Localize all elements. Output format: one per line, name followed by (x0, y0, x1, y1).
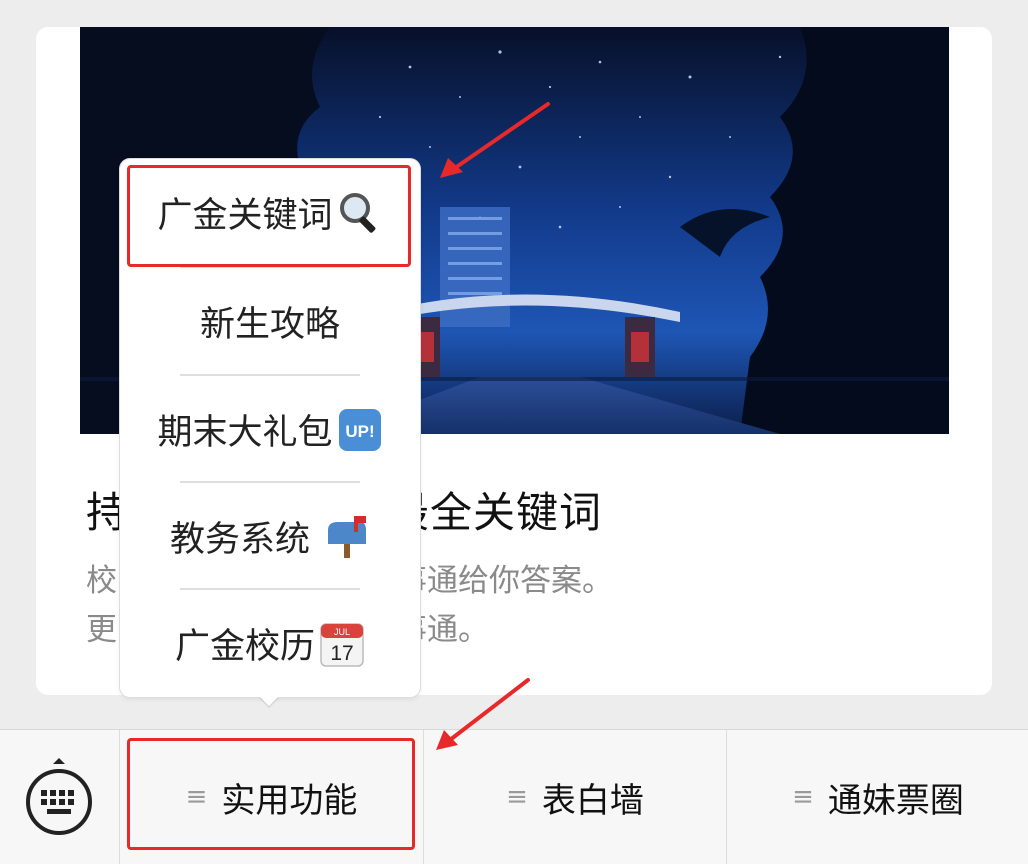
keyboard-icon (26, 758, 92, 835)
up-badge-icon: UP! (337, 407, 383, 453)
menu-lines-icon: ≡ (506, 782, 528, 812)
popup-arrow (258, 695, 280, 706)
menu-item-label: 期末大礼包 (157, 413, 333, 453)
menu-item-final-pack[interactable]: 期末大礼包 UP! (120, 376, 420, 483)
menu-item-label: 教务系统 (169, 520, 310, 560)
menu-item-label: 新生攻略 (199, 305, 340, 345)
tab-confession-wall[interactable]: ≡ 表白墙 (423, 730, 726, 864)
svg-text:UP!: UP! (345, 422, 374, 441)
tab-tongmei-moments[interactable]: ≡ 通妹票圈 (726, 730, 1028, 864)
svg-text:JUL: JUL (334, 627, 350, 637)
menu-item-academic-system[interactable]: 教务系统 (120, 483, 420, 590)
mailbox-icon (324, 514, 370, 560)
menu-item-freshman-guide[interactable]: 新生攻略 (120, 268, 420, 375)
menu-item-label: 广金校历 (174, 627, 315, 667)
menu-item-school-calendar[interactable]: 广金校历 JUL 17 (120, 590, 420, 697)
highlight-box-keywords (127, 165, 411, 267)
tab-label: 表白墙 (541, 780, 644, 821)
calendar-icon: JUL 17 (319, 620, 365, 668)
highlight-box-practical-tab (127, 738, 415, 850)
menu-lines-icon: ≡ (792, 782, 814, 812)
tab-label: 通妹票圈 (827, 780, 964, 821)
keyboard-toggle-button[interactable] (0, 730, 118, 864)
svg-text:17: 17 (330, 642, 353, 665)
